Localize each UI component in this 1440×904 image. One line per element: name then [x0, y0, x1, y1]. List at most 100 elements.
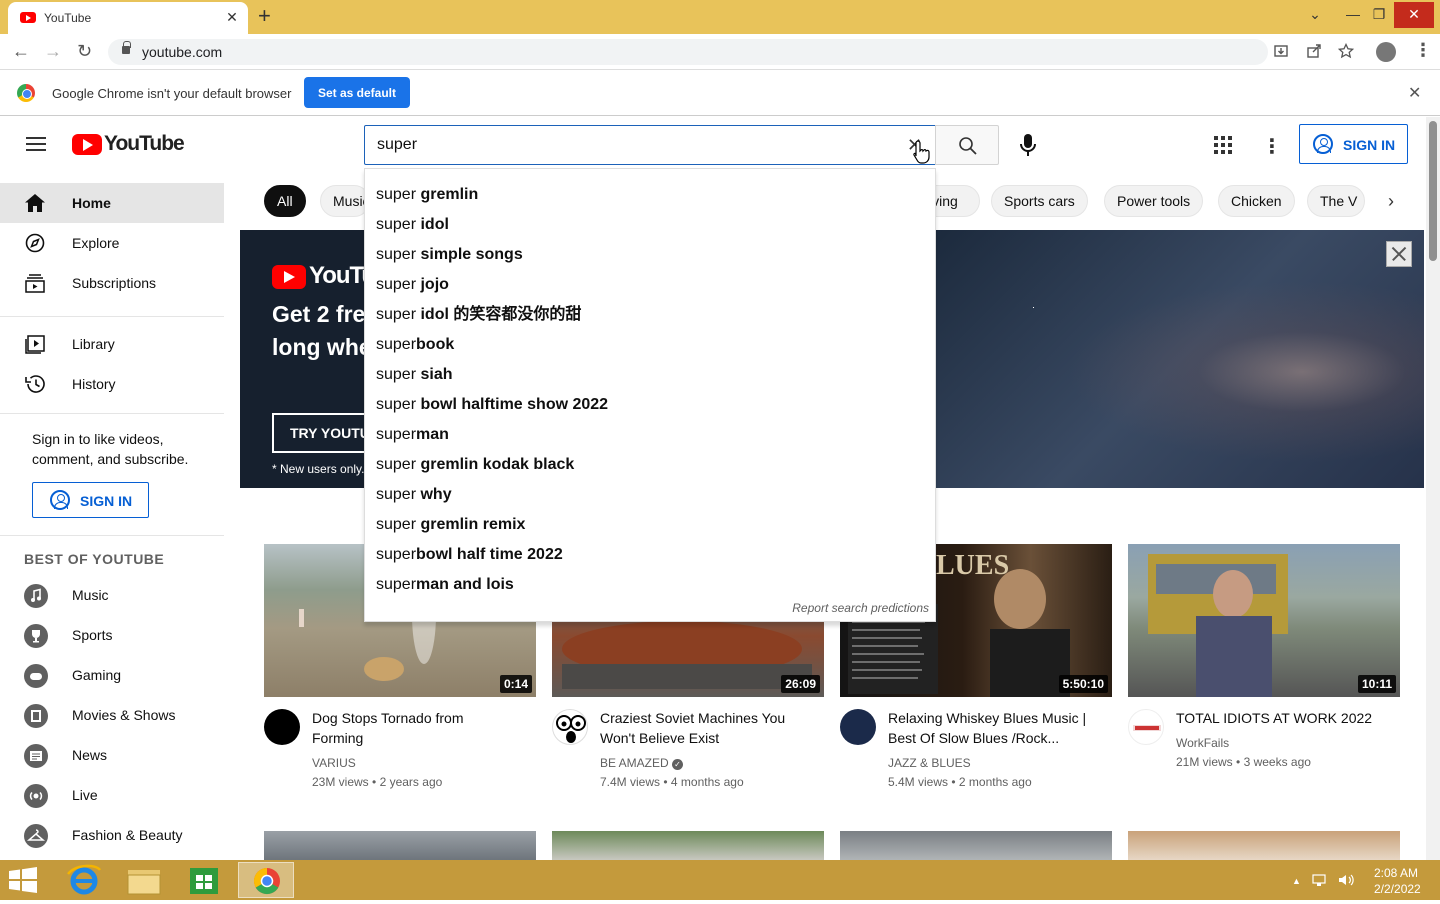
back-button[interactable]: ←	[12, 41, 30, 62]
suggestion-item[interactable]: superbowl half time 2022	[365, 540, 935, 570]
video-thumbnail[interactable]: 10:11	[1128, 544, 1400, 697]
taskbar-chrome[interactable]	[238, 862, 294, 898]
search-input[interactable]	[377, 134, 877, 156]
suggestion-item[interactable]: superbook	[365, 330, 935, 360]
sidebar-item-library[interactable]: Library	[0, 324, 224, 364]
video-title[interactable]: Dog Stops Tornado from Forming	[312, 708, 512, 748]
video-title[interactable]: Craziest Soviet Machines You Won't Belie…	[600, 708, 800, 748]
sidebar-item-explore[interactable]: Explore	[0, 223, 224, 263]
lock-icon[interactable]	[122, 41, 131, 54]
suggestion-item[interactable]: super jojo	[365, 270, 935, 300]
tray-overflow-arrow-icon[interactable]: ▲	[1292, 876, 1301, 886]
sidebar-item-subscriptions[interactable]: Subscriptions	[0, 263, 224, 303]
network-icon[interactable]	[1312, 873, 1330, 887]
clock-time[interactable]: 2:08 AM	[1374, 866, 1418, 880]
channel-avatar[interactable]	[552, 709, 588, 745]
search-box[interactable]: ✕	[364, 125, 936, 165]
suggestion-item[interactable]: super gremlin remix	[365, 510, 935, 540]
clock-date[interactable]: 2/2/2022	[1374, 882, 1421, 896]
star-icon[interactable]	[1338, 43, 1354, 59]
chip-power-tools[interactable]: Power tools	[1104, 185, 1204, 217]
chip-the-v[interactable]: The V	[1307, 185, 1365, 217]
video-thumbnail[interactable]	[552, 831, 824, 860]
video-title[interactable]: TOTAL IDIOTS AT WORK 2022	[1176, 708, 1376, 728]
channel-avatar[interactable]	[264, 709, 300, 745]
view-count: 23M views	[312, 775, 369, 789]
channel-avatar[interactable]	[840, 709, 876, 745]
profile-icon[interactable]	[1376, 42, 1396, 62]
chip-chicken[interactable]: Chicken	[1218, 185, 1295, 217]
video-thumbnail[interactable]	[264, 831, 536, 860]
infobar-close-icon[interactable]: ✕	[1408, 83, 1421, 103]
youtube-logo-text[interactable]: YouTube	[104, 132, 185, 156]
channel-name[interactable]: BE AMAZED ✓	[600, 756, 684, 770]
sidebar-item-live[interactable]: Live	[0, 775, 224, 815]
sidebar-item-history[interactable]: History	[0, 364, 224, 404]
channel-name[interactable]: WorkFails	[1176, 736, 1229, 750]
new-tab-button[interactable]: +	[258, 5, 271, 27]
banner-close-icon[interactable]	[1386, 241, 1412, 267]
chrome-menu-icon[interactable]: ⋮	[1414, 40, 1432, 61]
suggestion-item[interactable]: super siah	[365, 360, 935, 390]
report-search-predictions-link[interactable]: Report search predictions	[792, 601, 929, 615]
hamburger-menu-icon[interactable]	[26, 137, 46, 151]
suggestion-item[interactable]: super simple songs	[365, 240, 935, 270]
sidebar-item-label: Gaming	[72, 667, 122, 683]
restore-button[interactable]: ❐	[1364, 2, 1394, 28]
taskbar-file-explorer[interactable]	[116, 862, 172, 898]
try-youtube-premium-button[interactable]: TRY YOUTUBE	[272, 413, 368, 453]
scrollbar-thumb[interactable]	[1429, 121, 1437, 261]
channel-avatar[interactable]	[1128, 709, 1164, 745]
search-button[interactable]	[935, 125, 999, 165]
suggestion-item[interactable]: super idol	[365, 210, 935, 240]
suggestion-item[interactable]: super gremlin	[365, 180, 935, 210]
suggestion-item[interactable]: superman	[365, 420, 935, 450]
header-sign-in-button[interactable]: SIGN IN	[1299, 124, 1408, 164]
microphone-icon[interactable]	[1010, 127, 1046, 163]
omnibox[interactable]: youtube.com	[108, 39, 1268, 65]
set-as-default-button[interactable]: Set as default	[304, 77, 410, 108]
sign-in-label: SIGN IN	[1343, 137, 1396, 153]
tab-search-button[interactable]: ⌄	[1300, 2, 1330, 28]
video-thumbnail[interactable]	[840, 831, 1112, 860]
sidebar-item-home[interactable]: Home	[0, 183, 224, 223]
taskbar-store[interactable]	[176, 862, 232, 898]
sidebar-item-fashion-beauty[interactable]: Fashion & Beauty	[0, 815, 224, 855]
suggestion-item[interactable]: super bowl halftime show 2022	[365, 390, 935, 420]
chip-next-arrow-icon[interactable]: ›	[1388, 191, 1394, 212]
sidebar-sign-in-button[interactable]: SIGN IN	[32, 482, 149, 518]
chip-sports-cars[interactable]: Sports cars	[991, 185, 1088, 217]
suggestion-item[interactable]: superman and lois	[365, 570, 935, 600]
sidebar-item-music[interactable]: Music	[0, 575, 224, 615]
suggestion-item[interactable]: super gremlin kodak black	[365, 450, 935, 480]
video-title[interactable]: Relaxing Whiskey Blues Music | Best Of S…	[888, 708, 1088, 748]
taskbar-internet-explorer[interactable]	[56, 862, 112, 898]
suggestion-item[interactable]: super why	[365, 480, 935, 510]
apps-grid-icon[interactable]	[1214, 136, 1232, 154]
channel-name[interactable]: JAZZ & BLUES	[888, 756, 971, 770]
chip-all[interactable]: All	[264, 185, 306, 217]
forward-button[interactable]: →	[44, 41, 62, 62]
tab-close-icon[interactable]: ✕	[223, 8, 241, 26]
url-text[interactable]: youtube.com	[142, 44, 222, 60]
suggestion-item[interactable]: super idol 的笑容都没你的甜	[365, 300, 935, 330]
sidebar-item-gaming[interactable]: Gaming	[0, 655, 224, 695]
window-close-button[interactable]: ✕	[1394, 2, 1434, 28]
infobar-message: Google Chrome isn't your default browser	[52, 86, 292, 101]
sidebar-item-sports[interactable]: Sports	[0, 615, 224, 655]
chip-music[interactable]: Music	[320, 185, 370, 217]
share-icon[interactable]	[1306, 43, 1322, 59]
windows-start-icon[interactable]	[8, 867, 38, 893]
sidebar-item-news[interactable]: News	[0, 735, 224, 775]
video-thumbnail[interactable]	[1128, 831, 1400, 860]
video-card[interactable]: 10:11 TOTAL IDIOTS AT WORK 2022 WorkFail…	[1128, 544, 1400, 804]
channel-name[interactable]: VARIUS	[312, 756, 356, 770]
youtube-logo-icon[interactable]	[72, 134, 102, 155]
volume-icon[interactable]	[1338, 873, 1356, 887]
settings-dots-icon[interactable]: ⋮	[1262, 134, 1282, 159]
reload-button[interactable]: ↻	[77, 41, 92, 62]
browser-tab[interactable]: YouTube ✕	[8, 2, 248, 34]
sidebar-item-movies-shows[interactable]: Movies & Shows	[0, 695, 224, 735]
install-icon[interactable]	[1273, 43, 1289, 59]
page-scrollbar[interactable]	[1426, 117, 1440, 860]
